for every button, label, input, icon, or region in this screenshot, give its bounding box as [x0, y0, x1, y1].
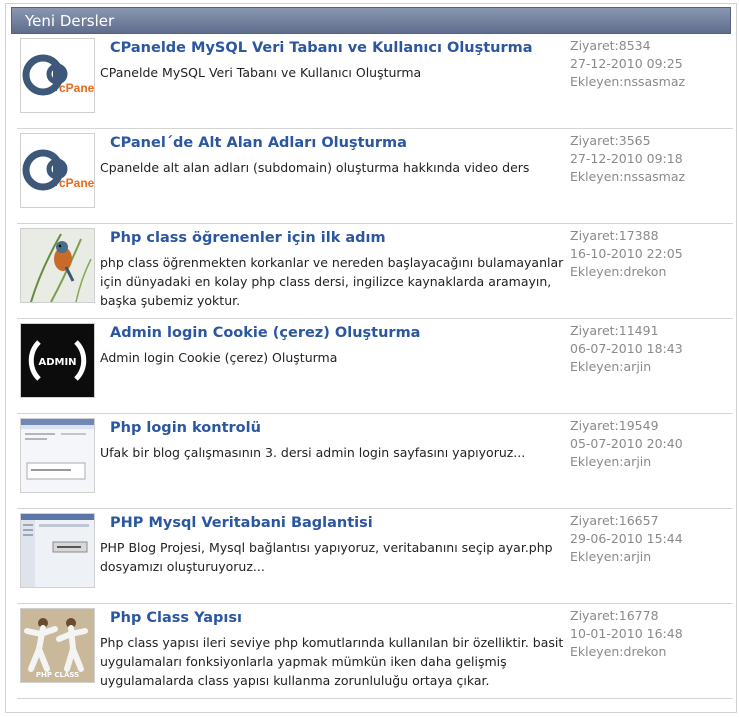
view-count: Ziyaret:11491 — [570, 323, 659, 338]
view-count: Ziyaret:3565 — [570, 133, 651, 148]
lesson-date: 27-12-2010 09:25 — [570, 56, 683, 71]
lesson-date: 10-01-2010 16:48 — [570, 626, 683, 641]
cpanel-logo-thumbnail[interactable]: cPanel — [20, 38, 95, 113]
admin-logo-thumbnail[interactable]: ADMIN — [20, 323, 95, 398]
lesson-description: CPanelde MySQL Veri Tabanı ve Kullanıcı … — [100, 65, 422, 80]
lesson-title-link[interactable]: Admin login Cookie (çerez) Oluşturma — [110, 325, 420, 341]
lesson-item: PHP CLASS Php Class Yapısı Php class yap… — [17, 604, 733, 699]
lesson-description: Cpanelde alt alan adları (subdomain) olu… — [100, 160, 530, 175]
view-count: Ziyaret:16778 — [570, 608, 659, 623]
lesson-meta: Ziyaret:19549 05-07-2010 20:40 Ekleyen:a… — [570, 417, 683, 471]
lesson-title-link[interactable]: CPanel´de Alt Alan Adları Oluşturma — [110, 135, 407, 151]
lesson-item: cPanel CPanelde MySQL Veri Tabanı ve Kul… — [17, 34, 733, 129]
lesson-date: 16-10-2010 22:05 — [570, 246, 683, 261]
lesson-meta: Ziyaret:16778 10-01-2010 16:48 Ekleyen:d… — [570, 607, 683, 661]
view-count: Ziyaret:16657 — [570, 513, 659, 528]
lesson-meta: Ziyaret:11491 06-07-2010 18:43 Ekleyen:a… — [570, 322, 683, 376]
lesson-item: cPanel CPanel´de Alt Alan Adları Oluştur… — [17, 129, 733, 224]
view-count: Ziyaret:17388 — [570, 228, 659, 243]
lesson-description: Admin login Cookie (çerez) Oluşturma — [100, 350, 338, 365]
lesson-meta: Ziyaret:17388 16-10-2010 22:05 Ekleyen:d… — [570, 227, 683, 281]
lesson-description: Ufak bir blog çalışmasının 3. dersi admi… — [100, 445, 526, 460]
svg-text:ADMIN: ADMIN — [38, 357, 76, 368]
lesson-author: Ekleyen:drekon — [570, 644, 667, 659]
lesson-meta: Ziyaret:3565 27-12-2010 09:18 Ekleyen:ns… — [570, 132, 685, 186]
lesson-date: 06-07-2010 18:43 — [570, 341, 683, 356]
svg-text:PHP CLASS: PHP CLASS — [36, 671, 79, 679]
svg-text:cPanel: cPanel — [59, 81, 94, 95]
panel-header: Yeni Dersler — [11, 7, 731, 34]
view-count: Ziyaret:8534 — [570, 38, 651, 53]
lesson-title-link[interactable]: Php login kontrolü — [110, 420, 261, 436]
lesson-title-link[interactable]: CPanelde MySQL Veri Tabanı ve Kullanıcı … — [110, 40, 533, 56]
lesson-author: Ekleyen:nssasmaz — [570, 74, 686, 89]
screenshot-thumbnail[interactable] — [20, 418, 95, 493]
lesson-date: 29-06-2010 15:44 — [570, 531, 683, 546]
lesson-meta: Ziyaret:16657 29-06-2010 15:44 Ekleyen:a… — [570, 512, 683, 566]
lesson-author: Ekleyen:drekon — [570, 264, 667, 279]
karate-image-thumbnail[interactable]: PHP CLASS — [20, 608, 95, 683]
lesson-item: Php class öğrenenler için ilk adım php c… — [17, 224, 733, 319]
lesson-item: Php login kontrolü Ufak bir blog çalışma… — [17, 414, 733, 509]
lesson-author: Ekleyen:nssasmaz — [570, 169, 686, 184]
bird-image-thumbnail[interactable] — [20, 228, 95, 303]
lesson-description: PHP Blog Projesi, Mysql bağlantısı yapıy… — [100, 540, 553, 574]
lesson-author: Ekleyen:arjin — [570, 359, 652, 374]
lesson-title-link[interactable]: Php Class Yapısı — [110, 610, 242, 626]
lesson-author: Ekleyen:arjin — [570, 549, 652, 564]
lesson-date: 05-07-2010 20:40 — [570, 436, 683, 451]
cpanel-logo-thumbnail[interactable]: cPanel — [20, 133, 95, 208]
svg-text:cPanel: cPanel — [59, 176, 94, 190]
lesson-list: cPanel CPanelde MySQL Veri Tabanı ve Kul… — [17, 34, 733, 699]
screenshot-thumbnail[interactable] — [20, 513, 95, 588]
lesson-date: 27-12-2010 09:18 — [570, 151, 683, 166]
lesson-item: PHP Mysql Veritabani Baglantisi PHP Blog… — [17, 509, 733, 604]
lesson-description: Php class yapısı ileri seviye php komutl… — [100, 635, 564, 688]
lesson-title-link[interactable]: PHP Mysql Veritabani Baglantisi — [110, 515, 373, 531]
lesson-description: php class öğrenmekten korkanlar ve nered… — [100, 255, 564, 308]
lesson-item: ADMIN Admin login Cookie (çerez) Oluştur… — [17, 319, 733, 414]
lesson-meta: Ziyaret:8534 27-12-2010 09:25 Ekleyen:ns… — [570, 37, 685, 91]
lesson-author: Ekleyen:arjin — [570, 454, 652, 469]
lesson-title-link[interactable]: Php class öğrenenler için ilk adım — [110, 230, 386, 246]
panel-title: Yeni Dersler — [25, 12, 115, 30]
view-count: Ziyaret:19549 — [570, 418, 659, 433]
